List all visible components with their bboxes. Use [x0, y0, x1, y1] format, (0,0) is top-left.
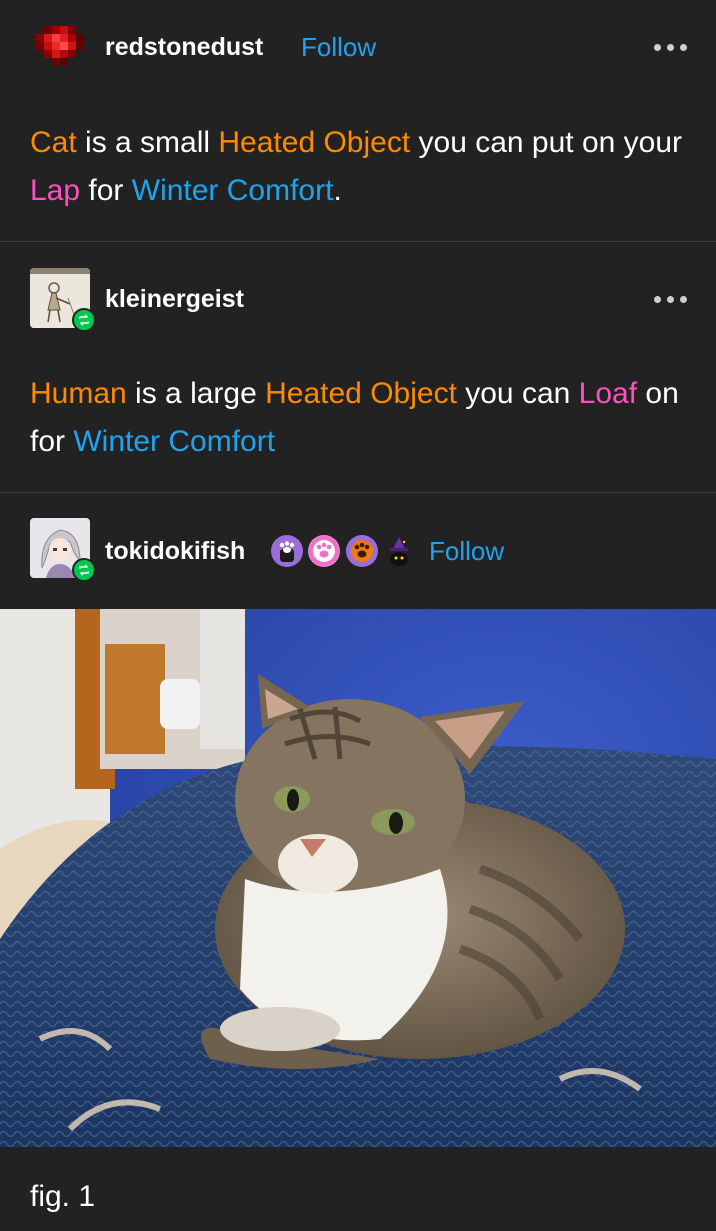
text-segment: Winter Comfort [73, 425, 276, 458]
divider [0, 492, 716, 493]
text-segment: you can [456, 377, 579, 410]
username-kleinergeist[interactable]: kleinergeist [105, 285, 244, 314]
post-body-kleinergeist: Human is a large Heated Object you can L… [30, 370, 690, 466]
text-segment: Cat [30, 126, 77, 159]
witch-cat-badge-icon[interactable] [383, 535, 415, 567]
reblog-icon [72, 558, 96, 582]
post-header-kleinergeist: kleinergeist [0, 250, 716, 350]
text-segment: Heated Object [265, 377, 457, 410]
paw-badge-purple-icon[interactable] [271, 535, 303, 567]
text-segment: Heated Object [218, 126, 411, 159]
text-segment: for [80, 174, 132, 207]
paw-badge-orange-icon[interactable] [346, 535, 378, 567]
paw-badge-pink-icon[interactable] [308, 535, 340, 567]
divider [0, 241, 716, 242]
text-segment: . [333, 174, 342, 207]
text-segment: you can put on your [410, 126, 683, 159]
more-options-icon[interactable] [654, 294, 688, 304]
text-segment: is a large [126, 377, 266, 410]
text-segment: Human [30, 377, 127, 410]
reblog-icon [72, 308, 96, 332]
text-segment: Lap [30, 174, 81, 207]
follow-button-tokidokifish[interactable]: Follow [429, 536, 504, 567]
follow-button-redstonedust[interactable]: Follow [301, 32, 376, 63]
post-body-redstonedust: Cat is a small Heated Object you can put… [30, 119, 690, 215]
username-tokidokifish[interactable]: tokidokifish [105, 537, 245, 566]
text-segment: Loaf [578, 377, 638, 410]
text-segment: Winter Comfort [131, 174, 334, 207]
red-gem-pixel-avatar[interactable] [30, 18, 90, 78]
post-header-redstonedust: redstonedust Follow [0, 0, 716, 100]
username-redstonedust[interactable]: redstonedust [105, 33, 263, 62]
image-caption: fig. 1 [30, 1180, 96, 1213]
text-segment: is a small [76, 126, 219, 159]
more-options-icon[interactable] [654, 42, 688, 52]
tabby-cat-loafing-on-blue-crochet-blanket[interactable] [0, 609, 716, 1147]
